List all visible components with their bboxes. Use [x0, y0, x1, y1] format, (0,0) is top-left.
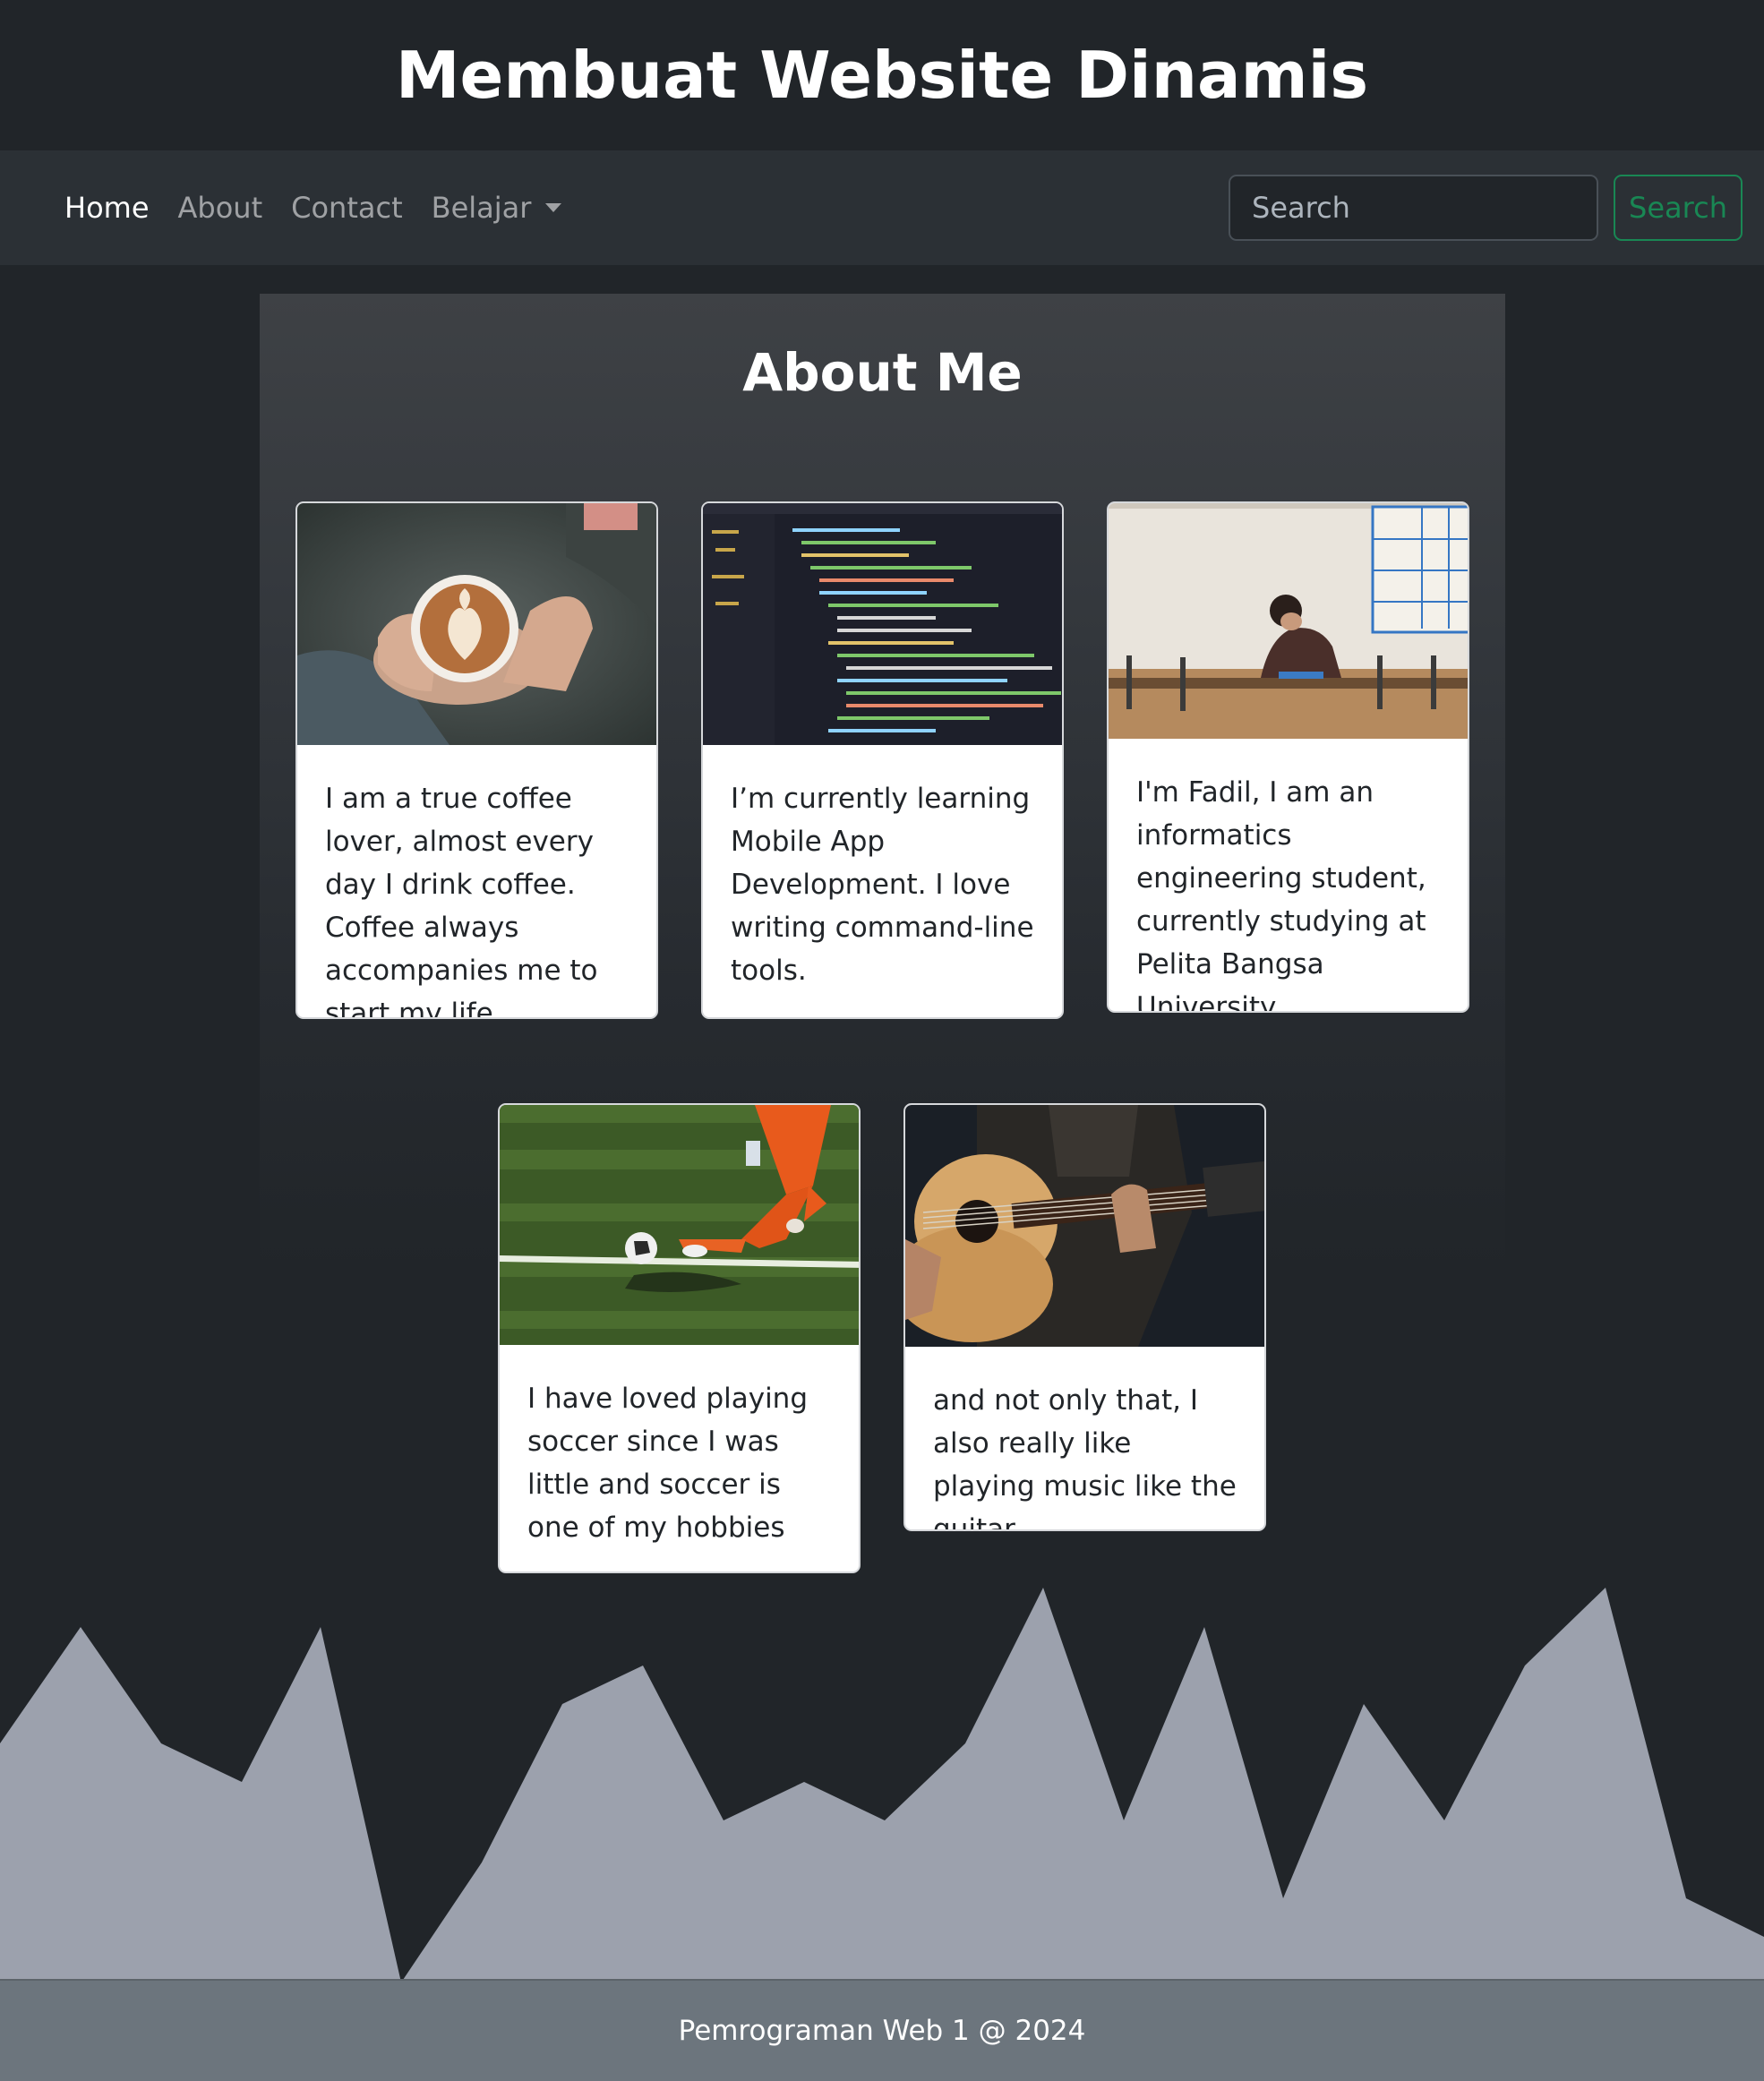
mountain-wave-decoration — [0, 1588, 1764, 1983]
site-title: Membuat Website Dinamis — [395, 38, 1369, 113]
nav-item-contact[interactable]: Contact — [291, 191, 403, 225]
caret-down-icon — [545, 203, 562, 212]
nav-item-about[interactable]: About — [178, 191, 263, 225]
about-card-soccer: I have loved playing soccer since I was … — [498, 1103, 861, 1573]
about-card-text: I’m currently learning Mobile App Develo… — [731, 783, 1034, 987]
about-card-text: I'm Fadil, I am an informatics engineeri… — [1136, 776, 1426, 1013]
site-header: Membuat Website Dinamis — [0, 0, 1764, 150]
about-card-student: I'm Fadil, I am an informatics engineeri… — [1107, 501, 1469, 1013]
student-classroom-image — [1109, 503, 1468, 739]
footer: Pemrograman Web 1 @ 2024 — [0, 1979, 1764, 2081]
footer-text: Pemrograman Web 1 @ 2024 — [678, 2015, 1086, 2047]
coffee-latte-art-image — [297, 503, 656, 745]
about-card-coding: I’m currently learning Mobile App Develo… — [701, 501, 1064, 1019]
about-card-text: I am a true coffee lover, almost every d… — [325, 783, 598, 1019]
guitar-player-image — [905, 1105, 1264, 1347]
about-section: About Me I am a true coffee lover, almos… — [260, 294, 1505, 1573]
about-card-guitar: and not only that, I also really like pl… — [903, 1103, 1266, 1531]
search-button[interactable]: Search — [1614, 175, 1743, 241]
nav-links: Home About Contact Belajar — [64, 150, 590, 265]
nav-item-belajar-dropdown[interactable]: Belajar — [432, 191, 562, 225]
nav-item-belajar-label: Belajar — [431, 191, 532, 225]
code-editor-image — [703, 503, 1062, 745]
about-card-text: I have loved playing soccer since I was … — [527, 1383, 809, 1544]
about-card-coffee: I am a true coffee lover, almost every d… — [295, 501, 658, 1019]
nav-item-home[interactable]: Home — [64, 191, 150, 225]
about-card-text: and not only that, I also really like pl… — [933, 1384, 1237, 1531]
about-title: About Me — [742, 342, 1023, 403]
search-input[interactable] — [1229, 175, 1598, 241]
soccer-player-image — [500, 1105, 859, 1345]
